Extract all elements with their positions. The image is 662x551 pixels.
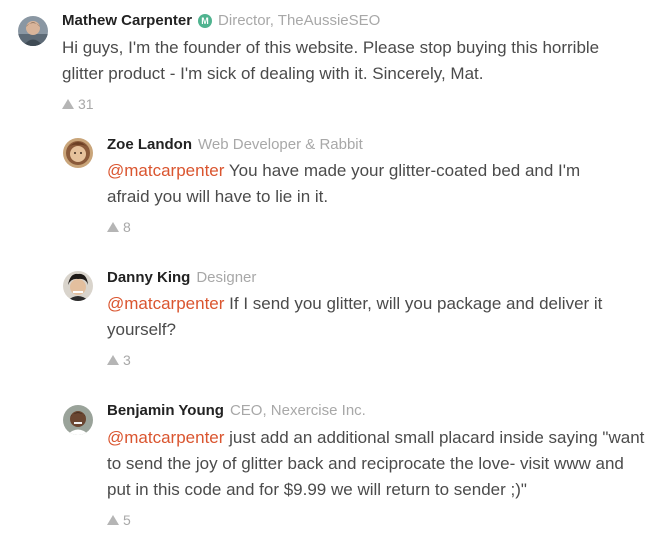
comment-author[interactable]: Benjamin Young [107, 402, 224, 419]
comment-body: Hi guys, I'm the founder of this website… [62, 35, 632, 87]
maker-badge: M [198, 14, 213, 28]
comment-author[interactable]: Mathew Carpenter [62, 12, 192, 29]
vote-count: 31 [78, 96, 94, 112]
comment-body: @matcarpenter If I send you glitter, wil… [107, 291, 637, 343]
avatar[interactable] [63, 271, 93, 301]
vote-count: 3 [123, 352, 131, 368]
user-mention-link[interactable]: @matcarpenter [107, 428, 224, 447]
author-headline: CEO, Nexercise Inc. [229, 402, 366, 419]
upvote-icon [107, 515, 119, 525]
user-mention-link[interactable]: @matcarpenter [107, 161, 224, 180]
comment-body: @matcarpenter just add an additional sma… [107, 425, 652, 503]
author-headline: Designer [196, 269, 257, 286]
comment-text: Hi guys, I'm the founder of this website… [62, 38, 600, 83]
avatar[interactable] [63, 138, 93, 168]
upvote-icon [107, 222, 119, 232]
comment-author[interactable]: Danny King [107, 269, 190, 286]
upvote-button[interactable]: 3 [107, 352, 131, 368]
upvote-icon [62, 99, 74, 109]
upvote-button[interactable]: 8 [107, 219, 131, 235]
vote-count: 5 [123, 512, 131, 528]
upvote-button[interactable]: 31 [62, 96, 94, 112]
comment-body: @matcarpenter You have made your glitter… [107, 158, 607, 210]
author-headline: Director, TheAussieSEO [218, 12, 381, 29]
comment-author[interactable]: Zoe Landon [107, 136, 192, 153]
vote-count: 8 [123, 219, 131, 235]
avatar[interactable] [63, 405, 93, 435]
author-headline: Web Developer & Rabbit [198, 136, 363, 153]
upvote-icon [107, 355, 119, 365]
avatar[interactable] [18, 16, 48, 46]
user-mention-link[interactable]: @matcarpenter [107, 294, 224, 313]
upvote-button[interactable]: 5 [107, 512, 131, 528]
